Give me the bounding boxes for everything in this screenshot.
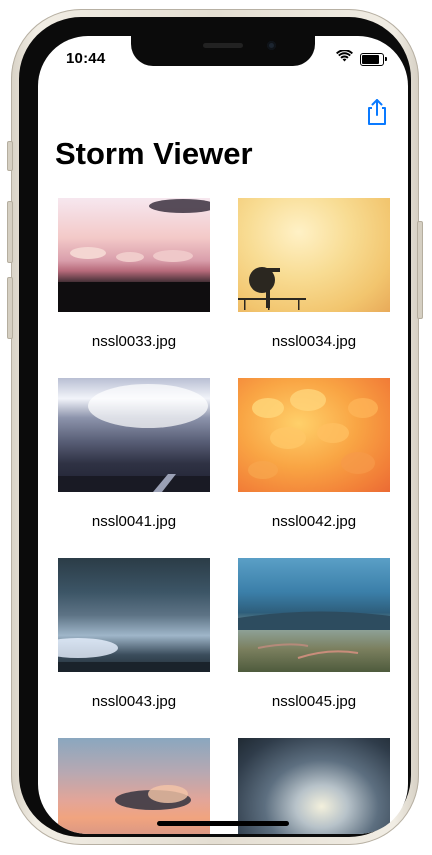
status-time: 10:44	[66, 50, 106, 67]
storm-thumbnail	[238, 378, 390, 492]
image-cell[interactable]	[58, 738, 210, 834]
image-cell[interactable]: nssl0041.jpg	[58, 378, 210, 530]
image-cell[interactable]: nssl0033.jpg	[58, 198, 210, 350]
storm-thumbnail	[58, 378, 210, 492]
image-filename: nssl0041.jpg	[91, 513, 177, 530]
image-filename: nssl0033.jpg	[91, 333, 177, 350]
volume-down-button	[7, 277, 13, 339]
screen: 10:44 Storm Viewer nssl0033.jpg nssl0034…	[38, 36, 408, 834]
image-cell[interactable]: nssl0045.jpg	[238, 558, 390, 710]
image-filename: nssl0042.jpg	[271, 513, 357, 530]
storm-thumbnail	[238, 558, 390, 672]
image-cell[interactable]: nssl0043.jpg	[58, 558, 210, 710]
image-cell[interactable]	[238, 738, 390, 834]
storm-thumbnail	[238, 738, 390, 834]
volume-up-button	[7, 201, 13, 263]
storm-thumbnail	[58, 558, 210, 672]
image-filename: nssl0045.jpg	[271, 693, 357, 710]
storm-thumbnail	[238, 198, 390, 312]
battery-icon	[360, 52, 387, 66]
status-icons	[336, 49, 387, 68]
image-filename: nssl0043.jpg	[91, 693, 177, 710]
earpiece-speaker	[203, 43, 243, 48]
storm-thumbnail	[58, 198, 210, 312]
power-button	[417, 221, 423, 319]
image-filename: nssl0034.jpg	[271, 333, 357, 350]
share-icon	[368, 99, 386, 125]
screen-bezel: 10:44 Storm Viewer nssl0033.jpg nssl0034…	[19, 17, 411, 837]
page-title: Storm Viewer	[55, 136, 253, 171]
silent-switch	[7, 141, 13, 171]
storm-thumbnail	[58, 738, 210, 834]
phone-frame: 10:44 Storm Viewer nssl0033.jpg nssl0034…	[7, 9, 423, 845]
notch	[131, 36, 315, 66]
image-cell[interactable]: nssl0042.jpg	[238, 378, 390, 530]
wifi-icon	[336, 49, 353, 68]
image-cell[interactable]: nssl0034.jpg	[238, 198, 390, 350]
home-indicator[interactable]	[157, 821, 289, 826]
front-camera	[267, 41, 276, 50]
share-button[interactable]	[364, 97, 390, 127]
